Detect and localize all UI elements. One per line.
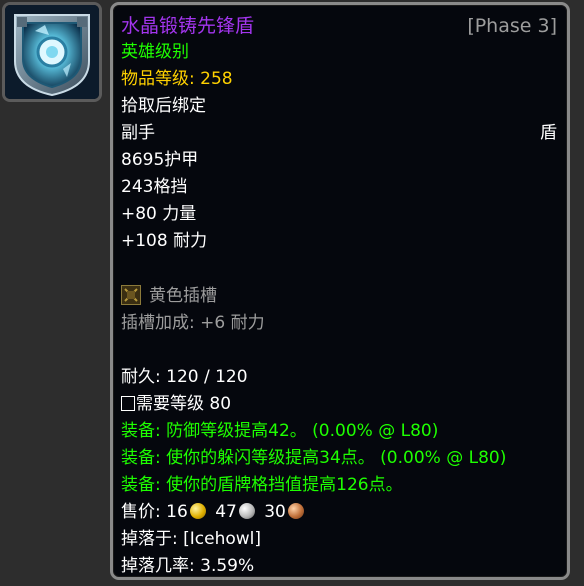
slot-text: 副手 — [121, 123, 155, 143]
copper-coin-icon — [287, 503, 304, 519]
heroic-label: 英雄级别 — [121, 42, 189, 62]
armor-stat: 8695护甲 — [121, 150, 199, 170]
item-type-text: 盾 — [540, 123, 557, 143]
item-level-label: 物品等级: — [121, 69, 195, 89]
item-name[interactable]: 水晶锻铸先锋盾 — [121, 15, 254, 37]
binding-text: 拾取后绑定 — [121, 96, 206, 116]
block-stat: 243格挡 — [121, 177, 188, 197]
sell-gold-value: 16 — [166, 502, 188, 522]
checkbox-icon — [121, 396, 135, 411]
required-level-row: 需要等级 80 — [121, 391, 557, 417]
equip-effect-dodge: 装备: 使你的躲闪等级提高34点。 (0.00% @ L80) — [121, 448, 507, 468]
sell-price-label: 售价: — [121, 502, 161, 522]
socket-label: 黄色插槽 — [149, 286, 217, 306]
durability-text: 耐久: 120 / 120 — [121, 367, 248, 387]
slot-row: 副手 盾 — [121, 120, 557, 146]
drop-rate: 掉落几率: 3.59% — [121, 556, 255, 576]
item-tooltip-page: 水晶锻铸先锋盾 [Phase 3] 英雄级别 物品等级: 258 拾取后绑定 副… — [0, 0, 584, 586]
strength-stat: +80 力量 — [121, 204, 197, 224]
item-tooltip: 水晶锻铸先锋盾 [Phase 3] 英雄级别 物品等级: 258 拾取后绑定 副… — [110, 2, 570, 580]
crystal-shield-icon[interactable] — [2, 2, 102, 102]
socket-row: 黄色插槽 — [120, 283, 557, 309]
equip-effect-defense: 装备: 防御等级提高42。 (0.00% @ L80) — [121, 421, 439, 441]
sell-price-row: 售价: 16 47 30 — [121, 499, 557, 525]
socket-bonus: 插槽加成: +6 耐力 — [121, 313, 265, 333]
silver-coin-icon — [238, 503, 255, 519]
equip-effect-block-value: 装备: 使你的盾牌格挡值提高126点。 — [121, 475, 403, 495]
gold-coin-icon — [189, 503, 206, 519]
item-level-value: 258 — [200, 69, 233, 89]
phase-label: [Phase 3] — [467, 15, 557, 37]
item-name-row: 水晶锻铸先锋盾 [Phase 3] — [121, 13, 557, 39]
sell-silver-value: 47 — [215, 502, 237, 522]
stamina-stat: +108 耐力 — [121, 231, 208, 251]
yellow-socket-icon — [120, 284, 142, 306]
item-level-row: 物品等级: 258 — [121, 66, 557, 92]
sell-copper-value: 30 — [264, 502, 286, 522]
drop-source: 掉落于: [Icehowl] — [121, 529, 262, 549]
required-level-text: 需要等级 80 — [136, 394, 232, 414]
